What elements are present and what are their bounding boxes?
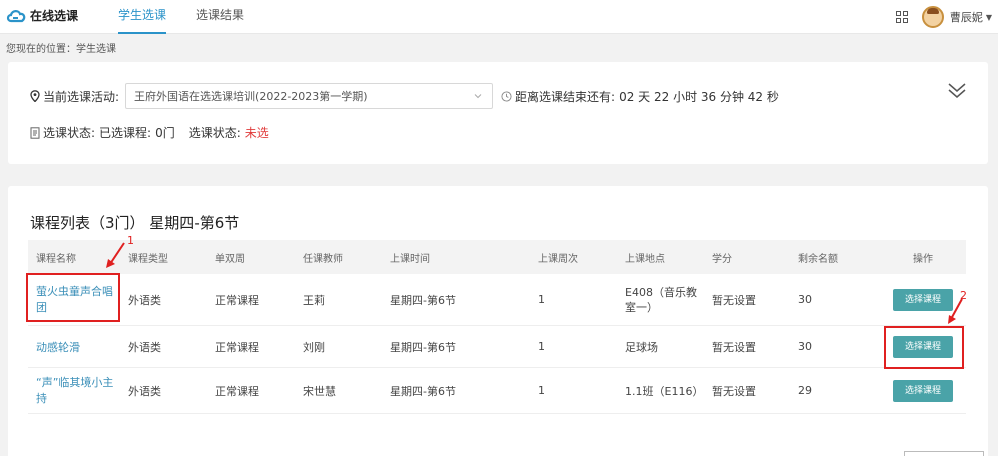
nav-student-course-selection[interactable]: 学生选课 [118, 0, 167, 34]
main-nav: 学生选课 选课结果 [118, 0, 274, 34]
select-course-button[interactable]: 选择课程 [893, 379, 953, 402]
status-row: 选课状态: 已选课程: 0门 选课状态: 未选 [30, 124, 269, 141]
selected-courses-count: 0门 [155, 126, 175, 140]
weeks: 1 [538, 384, 545, 397]
annotation-arrow-2 [948, 298, 963, 324]
select-course-button[interactable]: 选择课程 [893, 288, 953, 311]
class-time: 星期四-第6节 [390, 293, 456, 307]
table-row: 萤火虫童声合唱团 外语类 正常课程 王莉 星期四-第6节 1 E408（音乐教室… [28, 274, 966, 326]
col-location: 上课地点 [625, 253, 665, 265]
class-time: 星期四-第6节 [390, 384, 456, 398]
activity-select[interactable]: 王府外国语在选选课培训(2022-2023第一学期) [125, 83, 494, 109]
annotation-arrow-1 [106, 242, 125, 268]
cloud-logo-icon [6, 9, 26, 22]
week-type: 正常课程 [215, 384, 259, 398]
breadcrumb: 您现在的位置：学生选课 [6, 44, 116, 55]
credit: 暂无设置 [712, 384, 756, 398]
col-class-time: 上课时间 [390, 253, 430, 265]
col-course-type: 课程类型 [128, 253, 168, 265]
nav-selection-results[interactable]: 选课结果 [196, 0, 244, 34]
chevron-down-icon [474, 94, 482, 99]
annotation-marker-1: 1 [127, 234, 134, 247]
logo-text: 在线选课 [30, 9, 79, 23]
course-table: 课程名称 课程类型 单双周 任课教师 上课时间 上课周次 上课地点 学分 剩余名… [28, 240, 966, 414]
week-type: 正常课程 [215, 293, 259, 307]
annotation-box-select-button [884, 326, 964, 369]
selection-state-label: 选课状态: [188, 126, 241, 140]
col-weeks: 上课周次 [538, 253, 578, 265]
remaining: 30 [798, 340, 812, 353]
col-teacher: 任课教师 [303, 253, 343, 265]
week-type: 正常课程 [215, 340, 259, 354]
col-credit: 学分 [712, 253, 732, 265]
countdown-label: 距离选课结束还有: [515, 89, 616, 104]
teacher: 宋世慧 [303, 384, 336, 398]
col-action: 操作 [913, 253, 933, 265]
countdown-value: 02 天 22 小时 36 分钟 42 秒 [619, 89, 779, 104]
avatar[interactable] [921, 6, 944, 28]
activity-card: 当前选课活动: 王府外国语在选选课培训(2022-2023第一学期) 距离选课结… [8, 62, 988, 164]
user-name[interactable]: 曹辰妮 [950, 9, 983, 25]
class-time: 星期四-第6节 [390, 340, 456, 354]
table-header: 课程名称 课程类型 单双周 任课教师 上课时间 上课周次 上课地点 学分 剩余名… [28, 240, 966, 274]
course-type: 外语类 [128, 340, 161, 354]
col-week-type: 单双周 [215, 253, 245, 265]
course-list-card: 课程列表（3门） 星期四-第6节 课程名称 课程类型 单双周 任课教师 上课时间… [8, 186, 988, 456]
course-type: 外语类 [128, 384, 161, 398]
document-icon [30, 126, 40, 139]
chevron-down-icon[interactable]: ▼ [986, 13, 992, 22]
selection-state-value: 未选 [244, 126, 269, 140]
location: 1.1班（E116） [625, 384, 704, 398]
remaining: 29 [798, 384, 812, 397]
user-area: 曹辰妮 ▼ [895, 6, 992, 28]
location-pin-icon [30, 90, 40, 102]
action-cell: 选择课程 [880, 379, 966, 402]
status-label: 选课状态: [43, 126, 96, 140]
double-chevron-down-icon[interactable] [946, 80, 968, 102]
top-navbar: 在线选课 学生选课 选课结果 曹辰妮 ▼ [0, 0, 998, 34]
clock-icon [501, 90, 512, 102]
course-list-title: 课程列表（3门） 星期四-第6节 [30, 214, 240, 232]
course-type: 外语类 [128, 293, 161, 307]
course-name-link[interactable]: 动感轮滑 [28, 339, 120, 355]
table-row: “声”临其境小主持 外语类 正常课程 宋世慧 星期四-第6节 1 1.1班（E1… [28, 368, 966, 414]
apps-grid-icon[interactable] [895, 11, 908, 23]
selected-courses-label: 已选课程: [99, 126, 152, 140]
logo[interactable]: 在线选课 [6, 7, 78, 24]
weeks: 1 [538, 293, 545, 306]
activity-label: 当前选课活动: [43, 89, 120, 104]
course-name-link[interactable]: “声”临其境小主持 [28, 375, 120, 407]
activity-select-value: 王府外国语在选选课培训(2022-2023第一学期) [134, 90, 368, 103]
remaining: 30 [798, 293, 812, 306]
teacher: 王莉 [303, 293, 325, 307]
col-remaining: 剩余名额 [798, 253, 838, 265]
credit: 暂无设置 [712, 293, 756, 307]
corner-widget [904, 451, 984, 456]
teacher: 刘刚 [303, 340, 325, 354]
credit: 暂无设置 [712, 340, 756, 354]
location: E408（音乐教室一） [625, 285, 697, 314]
weeks: 1 [538, 340, 545, 353]
location: 足球场 [625, 340, 658, 354]
annotation-box-course-name [26, 273, 120, 322]
activity-row: 当前选课活动: 王府外国语在选选课培训(2022-2023第一学期) 距离选课结… [30, 83, 970, 109]
table-row: 动感轮滑 外语类 正常课程 刘刚 星期四-第6节 1 足球场 暂无设置 30 选… [28, 326, 966, 368]
